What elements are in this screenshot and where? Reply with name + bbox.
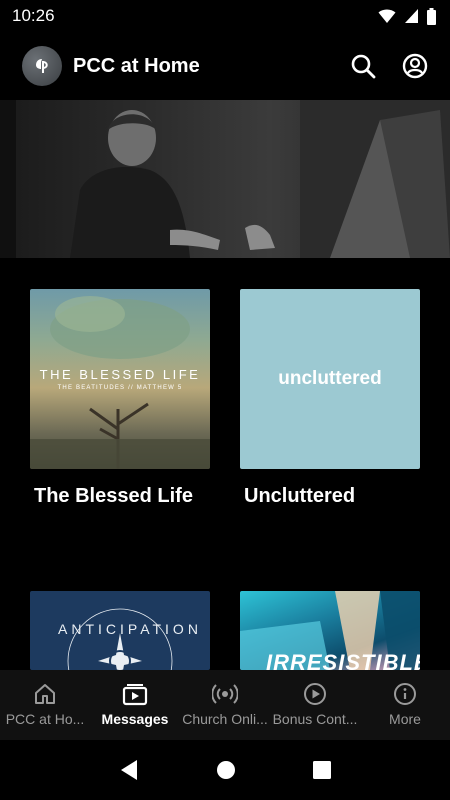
speaker-photo	[0, 100, 450, 258]
nav-label: Church Onli...	[182, 711, 268, 727]
nav-item-messages[interactable]: Messages	[90, 670, 180, 740]
series-card[interactable]: ANTICIPATION	[30, 591, 210, 670]
bottom-navigation: PCC at Ho... Messages Church Onli... Bon…	[0, 670, 450, 740]
battery-icon	[427, 7, 436, 25]
home-circle-icon[interactable]	[216, 760, 236, 780]
app-actions	[350, 53, 428, 79]
series-artwork: uncluttered	[240, 289, 420, 469]
pcc-logo-icon	[36, 59, 48, 73]
nav-label: PCC at Ho...	[5, 711, 85, 727]
account-icon[interactable]	[402, 53, 428, 79]
live-broadcast-icon	[212, 684, 238, 704]
app-title: PCC at Home	[73, 54, 200, 77]
status-time: 10:26	[12, 6, 55, 25]
video-library-icon	[122, 684, 148, 706]
artwork-subtitle: THE BEATITUDES // MATTHEW 5	[57, 385, 183, 391]
back-icon[interactable]	[119, 759, 139, 781]
nav-item-bonus-content[interactable]: Bonus Cont...	[270, 670, 360, 740]
nav-item-more[interactable]: More	[360, 670, 450, 740]
play-circle-icon	[304, 683, 326, 705]
series-card[interactable]: IRRESISTIBLE	[240, 591, 420, 670]
app-bar: PCC at Home	[0, 42, 450, 90]
signal-icon	[405, 9, 418, 23]
nav-label: More	[389, 711, 421, 727]
status-icons	[378, 7, 436, 25]
info-icon	[394, 683, 416, 705]
status-bar: 10:26	[0, 0, 450, 32]
system-navigation-bar	[0, 740, 450, 800]
series-card[interactable]: THE BLESSED LIFE THE BEATITUDES // MATTH…	[30, 289, 210, 508]
nav-item-home[interactable]: PCC at Ho...	[0, 670, 90, 740]
series-title: Uncluttered	[244, 485, 356, 507]
artwork-title: THE BLESSED LIFE	[39, 367, 201, 382]
series-artwork: ANTICIPATION	[30, 591, 210, 670]
pcc-logo	[22, 46, 62, 86]
home-icon	[35, 684, 55, 704]
series-artwork: THE BLESSED LIFE THE BEATITUDES // MATTH…	[30, 289, 210, 469]
series-title: The Blessed Life	[34, 485, 193, 507]
search-icon[interactable]	[350, 53, 376, 79]
artwork-title: uncluttered	[278, 368, 382, 389]
artwork-title: IRRESISTIBLE	[266, 650, 420, 670]
artwork-title: ANTICIPATION	[58, 621, 202, 637]
series-card[interactable]: uncluttered Uncluttered	[240, 289, 420, 508]
hero-banner[interactable]	[0, 100, 450, 258]
nav-item-church-online[interactable]: Church Onli...	[180, 670, 270, 740]
nav-label: Bonus Cont...	[272, 711, 358, 727]
nav-label: Messages	[101, 711, 169, 727]
wifi-icon	[378, 9, 396, 23]
recents-icon[interactable]	[313, 761, 332, 779]
series-artwork: IRRESISTIBLE	[240, 591, 420, 670]
